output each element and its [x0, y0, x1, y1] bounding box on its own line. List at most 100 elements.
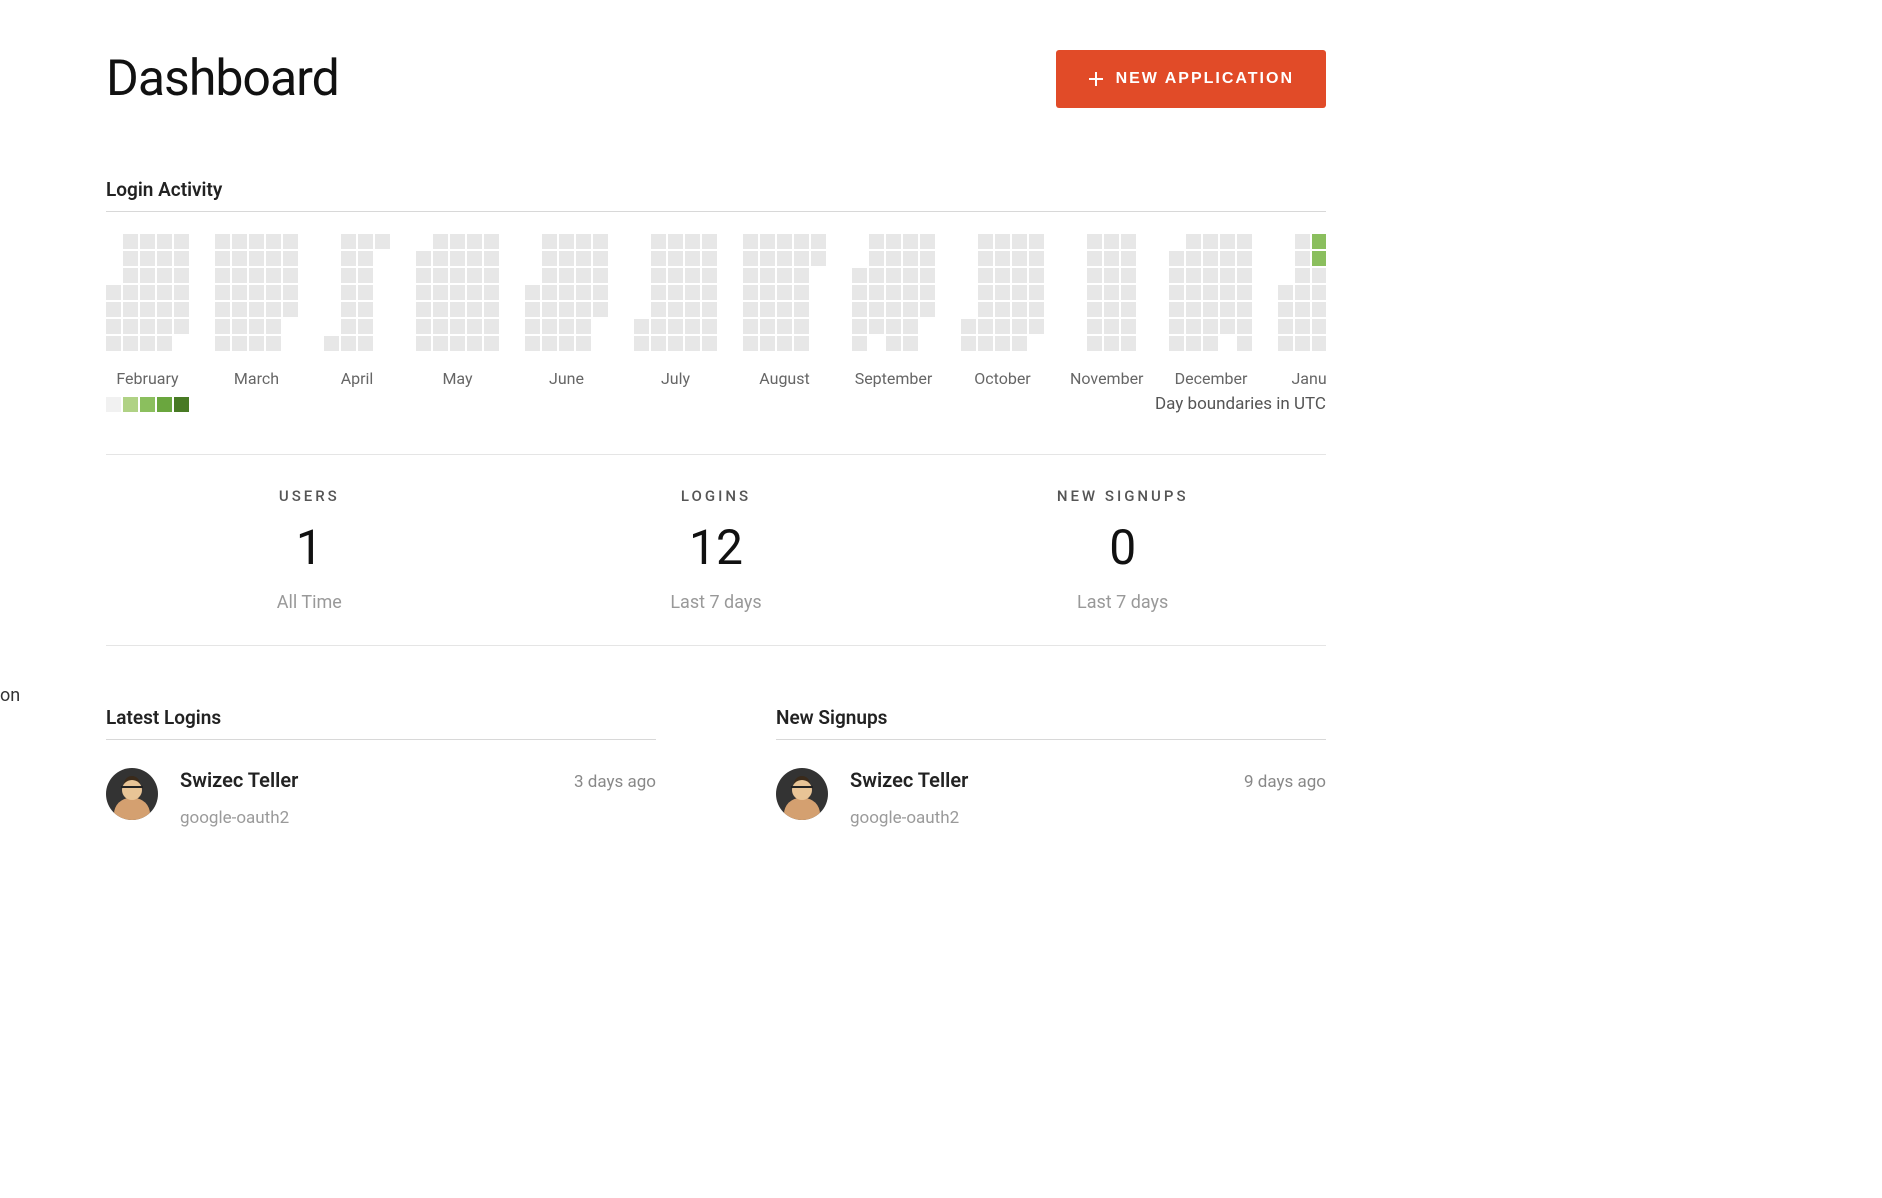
- heatmap-day-cell: [1169, 251, 1184, 266]
- new-application-button[interactable]: NEW APPLICATION: [1056, 50, 1326, 108]
- heatmap-day-cell: [433, 268, 448, 283]
- heatmap-day-cell: [324, 336, 339, 351]
- heatmap-day-cell: [634, 251, 649, 266]
- heatmap-day-cell: [668, 251, 683, 266]
- heatmap-day-cell: [760, 285, 775, 300]
- heatmap-day-cell: [961, 234, 976, 249]
- stat-sublabel: Last 7 days: [513, 592, 920, 613]
- heatmap-day-cell: [375, 302, 390, 317]
- heatmap-day-cell: [1203, 268, 1218, 283]
- heatmap-day-cell: [1104, 268, 1119, 283]
- heatmap-day-cell: [416, 285, 431, 300]
- heatmap-day-cell: [1295, 336, 1310, 351]
- heatmap-day-cell: [1186, 285, 1201, 300]
- month-label: June: [525, 369, 608, 388]
- heatmap-day-cell: [375, 336, 390, 351]
- heatmap-day-cell: [1312, 251, 1326, 266]
- heatmap-day-cell: [525, 319, 540, 334]
- month-label: September: [852, 369, 935, 388]
- heatmap-day-cell: [266, 319, 281, 334]
- heatmap-day-cell: [375, 251, 390, 266]
- heatmap-day-cell: [215, 336, 230, 351]
- heatmap-day-cell: [1012, 268, 1027, 283]
- heatmap-day-cell: [1220, 251, 1235, 266]
- heatmap-day-cell: [920, 319, 935, 334]
- heatmap-day-cell: [1121, 268, 1136, 283]
- heatmap-day-cell: [157, 251, 172, 266]
- heatmap-day-cell: [467, 302, 482, 317]
- stat-value: 0: [919, 519, 1326, 576]
- heatmap-day-cell: [433, 251, 448, 266]
- heatmap-day-cell: [903, 268, 918, 283]
- heatmap-day-cell: [249, 302, 264, 317]
- heatmap-day-cell: [123, 285, 138, 300]
- heatmap-day-cell: [324, 268, 339, 283]
- heatmap-day-cell: [1203, 234, 1218, 249]
- heatmap-day-cell: [341, 336, 356, 351]
- heatmap-day-cell: [123, 302, 138, 317]
- heatmap-day-cell: [358, 268, 373, 283]
- heatmap-day-cell: [685, 285, 700, 300]
- heatmap-day-cell: [1169, 285, 1184, 300]
- heatmap-day-cell: [140, 251, 155, 266]
- heatmap-day-cell: [559, 268, 574, 283]
- heatmap-day-cell: [777, 268, 792, 283]
- heatmap-day-cell: [174, 251, 189, 266]
- heatmap-day-cell: [702, 251, 717, 266]
- heatmap-day-cell: [283, 251, 298, 266]
- heatmap-day-cell: [634, 319, 649, 334]
- heatmap-day-cell: [341, 319, 356, 334]
- new-signups-section: New Signups Swizec Teller 9 days ago goo…: [776, 706, 1326, 828]
- heatmap-day-cell: [416, 251, 431, 266]
- avatar: [776, 768, 828, 820]
- heatmap-day-cell: [1278, 251, 1293, 266]
- heatmap-day-cell: [341, 285, 356, 300]
- heatmap-day-cell: [1295, 302, 1310, 317]
- heatmap-day-cell: [961, 285, 976, 300]
- heatmap-day-cell: [668, 234, 683, 249]
- heatmap-day-cell: [484, 336, 499, 351]
- login-entry[interactable]: Swizec Teller 3 days ago google-oauth2: [106, 762, 656, 828]
- heatmap-day-cell: [1278, 234, 1293, 249]
- heatmap-day-cell: [1087, 251, 1102, 266]
- heatmap-day-cell: [920, 251, 935, 266]
- heatmap-day-cell: [450, 336, 465, 351]
- heatmap-day-cell: [542, 251, 557, 266]
- heatmap-day-cell: [811, 285, 826, 300]
- heatmap-day-cell: [811, 319, 826, 334]
- heatmap-day-cell: [1237, 268, 1252, 283]
- heatmap-day-cell: [1070, 319, 1085, 334]
- heatmap-day-cell: [450, 285, 465, 300]
- heatmap-day-cell: [920, 302, 935, 317]
- heatmap-day-cell: [123, 268, 138, 283]
- heatmap-day-cell: [702, 285, 717, 300]
- heatmap-day-cell: [433, 336, 448, 351]
- heatmap-day-cell: [416, 302, 431, 317]
- heatmap-day-cell: [995, 268, 1010, 283]
- stat-label: NEW SIGNUPS: [919, 487, 1326, 505]
- heatmap-day-cell: [593, 319, 608, 334]
- stat-logins: LOGINS 12 Last 7 days: [513, 487, 920, 613]
- heatmap-day-cell: [903, 319, 918, 334]
- heatmap-day-cell: [232, 319, 247, 334]
- heatmap-day-cell: [1295, 251, 1310, 266]
- heatmap-day-cell: [1070, 285, 1085, 300]
- heatmap-day-cell: [743, 336, 758, 351]
- heatmap-day-cell: [341, 251, 356, 266]
- heatmap-day-cell: [702, 234, 717, 249]
- heatmap-day-cell: [634, 234, 649, 249]
- heatmap-day-cell: [249, 234, 264, 249]
- heatmap-day-cell: [106, 234, 121, 249]
- heatmap-day-cell: [232, 302, 247, 317]
- heatmap-day-cell: [961, 251, 976, 266]
- heatmap-day-cell: [903, 285, 918, 300]
- signup-entry[interactable]: Swizec Teller 9 days ago google-oauth2: [776, 762, 1326, 828]
- latest-logins-section: Latest Logins Swizec Teller 3 days ago g…: [106, 706, 656, 828]
- heatmap-day-cell: [651, 268, 666, 283]
- heatmap-day-cell: [1220, 319, 1235, 334]
- heatmap-day-cell: [232, 251, 247, 266]
- heatmap-day-cell: [375, 268, 390, 283]
- heatmap-day-cell: [702, 302, 717, 317]
- heatmap-day-cell: [1237, 234, 1252, 249]
- heatmap-day-cell: [450, 302, 465, 317]
